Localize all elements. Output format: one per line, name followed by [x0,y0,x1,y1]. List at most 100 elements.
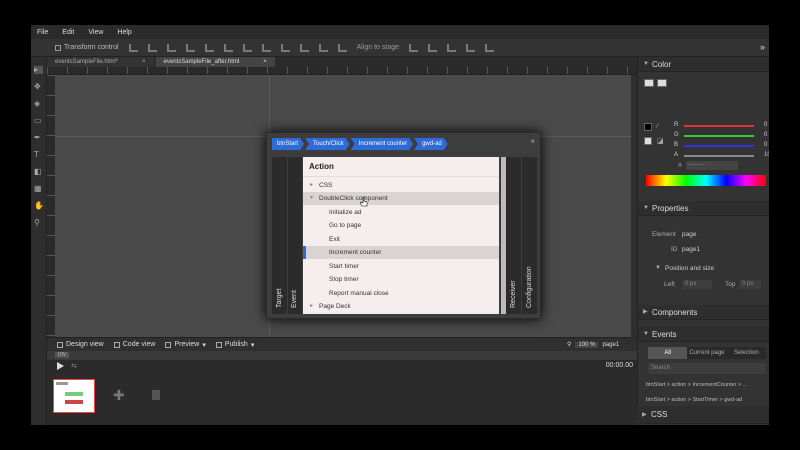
chevron-right-icon[interactable]: ▸ [310,179,313,192]
action-row[interactable]: ▸ CSS [303,179,499,192]
id-value[interactable]: page1 [682,246,700,253]
tag-tool-icon[interactable]: ▭ [34,117,43,125]
3d-rotation-tool-icon[interactable]: ◈ [34,100,43,108]
crumb-action[interactable]: Increment counter [351,138,413,150]
pen-tool-icon[interactable]: ✒ [34,134,43,142]
transform-control-toggle[interactable]: Transform control [55,44,119,51]
a-slider[interactable] [684,155,754,157]
g-slider[interactable] [684,135,754,137]
menu-file[interactable]: File [37,29,48,36]
tab-receiver[interactable]: Receiver [506,157,521,314]
stage-align-icon-5[interactable] [485,43,495,52]
close-icon[interactable]: × [530,137,535,146]
align-to-stage-label[interactable]: Align to stage [357,44,399,51]
code-view-button[interactable]: Code view [113,341,155,348]
action-row[interactable]: Increment counter [303,246,499,259]
fill-tool-icon[interactable]: ◧ [34,168,43,176]
event-row[interactable]: btnStart > action > IncrementCounter > .… [646,382,768,388]
align-bottom-icon[interactable] [223,43,233,52]
chevron-down-icon[interactable]: ▼ [655,265,661,271]
b-slider[interactable] [684,145,754,147]
crumb-receiver[interactable]: gwd-ad [414,138,448,150]
color-swatch[interactable] [644,137,652,145]
r-slider[interactable] [684,125,754,127]
loop-icon[interactable]: ⇆ [71,362,77,370]
tab-configuration[interactable]: Configuration [522,157,537,314]
tab-event[interactable]: Event [288,157,302,314]
align-right-icon[interactable] [166,43,176,52]
action-row[interactable]: Go to page [303,219,499,232]
event-row[interactable]: btnStart > action > StartTimer > gwd-ad [646,397,768,403]
css-section-header[interactable]: ▶ CSS [637,406,769,424]
action-row[interactable]: Initialize ad [303,206,499,219]
stroke-tool-icon[interactable]: ▦ [34,185,43,193]
tab-current-page[interactable]: Current page [687,347,727,359]
action-row[interactable]: Report manual close [303,287,499,300]
add-page-icon[interactable]: ✚ [113,387,125,404]
chevron-right-icon[interactable]: ▸ [310,300,313,313]
size-icon[interactable] [299,43,309,52]
color-swatch[interactable] [644,123,652,131]
properties-section-header[interactable]: ▼ Properties [638,201,769,216]
events-section-header[interactable]: ▼ Events [638,327,769,342]
distribute-spacing-icon[interactable] [280,43,290,52]
close-icon[interactable]: × [263,57,267,67]
g-value[interactable]: 0 [764,132,767,138]
action-row[interactable]: ▾ DoubleClick component [303,192,499,205]
eyedropper-icon[interactable]: ⁄ [657,123,665,131]
menu-edit[interactable]: Edit [62,29,74,36]
flip-icon[interactable] [337,43,347,52]
tab-selection[interactable]: Selection [726,347,766,359]
preview-button[interactable]: Preview ▾ [165,341,206,349]
position-size-label[interactable]: Position and size [665,265,714,272]
left-input[interactable]: 0 px [682,280,712,289]
design-view-button[interactable]: Design view [57,341,104,348]
text-tool-icon[interactable]: T [34,151,43,159]
zoom-tool-icon[interactable]: ⚲ [34,219,43,227]
hand-tool-icon[interactable]: ✋ [34,202,44,210]
hex-input[interactable]: -------- [686,161,738,170]
stroke-none-swatch[interactable] [657,79,667,87]
chevron-down-icon[interactable]: ▾ [251,341,255,349]
page-thumbnail[interactable] [53,379,95,413]
chevron-down-icon[interactable]: ▾ [310,192,313,205]
distribute-v-icon[interactable] [261,43,271,52]
top-input[interactable]: 0 px [739,280,761,289]
close-icon[interactable]: × [142,57,146,67]
action-row[interactable]: ▸ Page Deck [303,300,499,313]
expand-panels-icon[interactable]: » [760,42,765,52]
stage-align-icon-2[interactable] [428,43,438,52]
vertical-ruler[interactable] [47,75,55,358]
trash-icon[interactable] [152,390,160,400]
components-section-header[interactable]: ▶ Components [638,305,769,320]
menu-help[interactable]: Help [117,29,131,36]
tab-events-sample-file-after[interactable]: eventsSampleFile_after.html × [155,57,275,67]
action-row[interactable]: Stop timer [303,273,499,286]
crumb-target[interactable]: btnStart [272,138,304,150]
action-row[interactable]: Exit [303,233,499,246]
color-spectrum[interactable] [646,175,766,186]
action-row[interactable]: Start timer [303,260,499,273]
align-middle-icon[interactable] [204,43,214,52]
stage-align-icon-1[interactable] [409,43,419,52]
align-center-icon[interactable] [147,43,157,52]
horizontal-ruler[interactable] [47,67,637,75]
stage-align-icon-3[interactable] [447,43,457,52]
distribute-h-icon[interactable] [242,43,252,52]
fill-bucket-icon[interactable]: ◪ [657,137,665,145]
align-left-icon[interactable] [128,43,138,52]
stage-align-icon-4[interactable] [466,43,476,52]
align-top-icon[interactable] [185,43,195,52]
a-value[interactable]: 100 [764,152,769,158]
div-tag[interactable]: DIV [55,352,70,358]
events-search-input[interactable]: Search [648,363,766,374]
page-selector[interactable]: page1 [602,342,619,348]
play-icon[interactable] [57,362,64,370]
publish-button[interactable]: Publish ▾ [215,341,255,349]
tab-target[interactable]: Target [272,157,287,314]
crumb-event[interactable]: Touch/Click [305,138,350,150]
tab-all[interactable]: All [648,347,688,359]
position-icon[interactable] [318,43,328,52]
fill-none-swatch[interactable] [644,79,654,87]
menu-view[interactable]: View [88,29,103,36]
